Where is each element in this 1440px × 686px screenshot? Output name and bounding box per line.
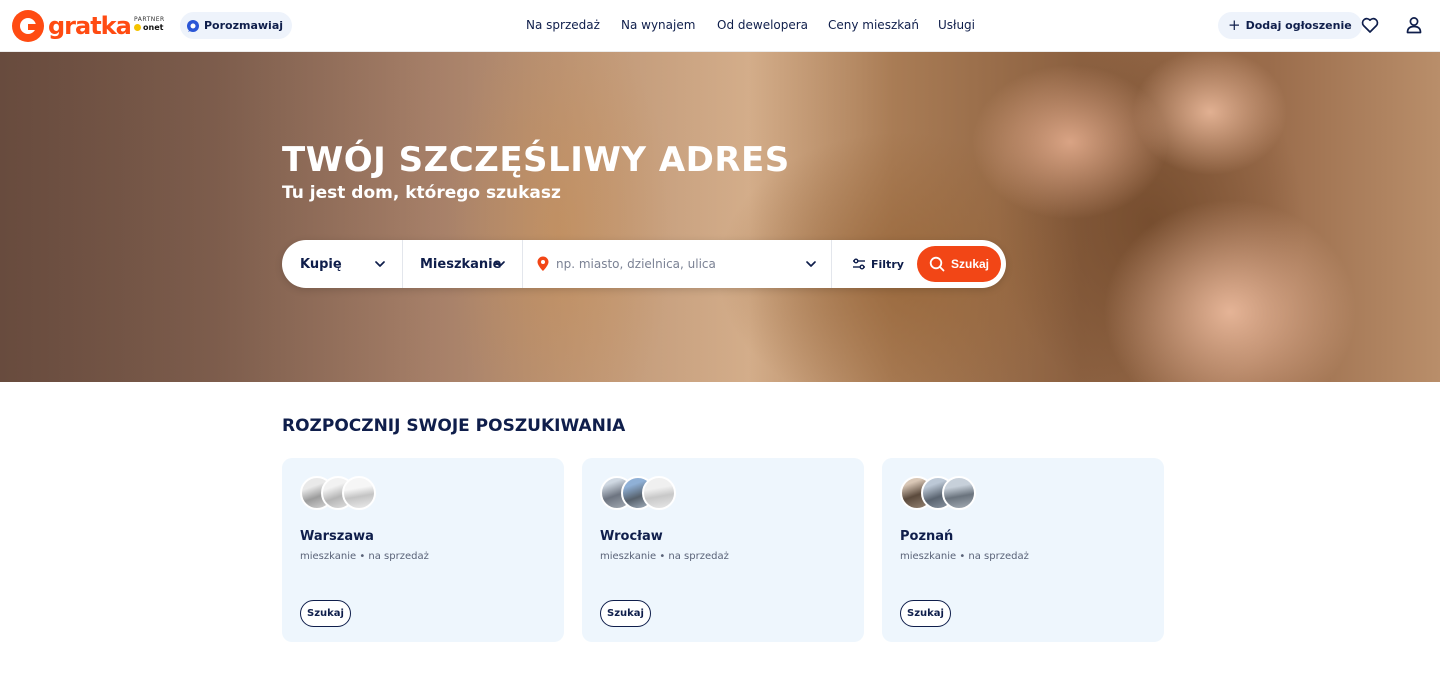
search-divider <box>831 240 832 288</box>
chat-button[interactable]: Porozmawiaj <box>180 12 293 39</box>
search-submit-label: Szukaj <box>950 257 989 271</box>
search-divider <box>402 240 403 288</box>
city-card-warszawa[interactable]: Warszawa mieszkanie • na sprzedaż Szukaj <box>282 458 564 642</box>
nav-ceny-mieszkan[interactable]: Ceny mieszkań <box>828 18 919 32</box>
search-divider <box>522 240 523 288</box>
add-listing-button[interactable]: + Dodaj ogłoszenie <box>1218 12 1362 39</box>
plus-icon: + <box>1228 16 1241 34</box>
card-search-button[interactable]: Szukaj <box>600 600 651 627</box>
gratka-logo-mark <box>12 10 44 42</box>
search-submit-button[interactable]: Szukaj <box>917 246 1001 282</box>
card-description: mieszkanie • na sprzedaż <box>600 551 729 562</box>
site-header: gratka PARTNER onet Porozmawiaj Na sprze… <box>0 0 1440 52</box>
add-listing-label: Dodaj ogłoszenie <box>1245 19 1352 32</box>
partner-brand: onet <box>143 23 164 32</box>
transaction-select[interactable]: Kupię <box>300 240 402 288</box>
filters-label: Filtry <box>871 257 904 271</box>
user-icon[interactable] <box>1404 15 1424 35</box>
transaction-value: Kupię <box>300 256 342 272</box>
chat-bubble-icon <box>187 19 199 32</box>
card-description: mieszkanie • na sprzedaż <box>900 551 1029 562</box>
property-type-value: Mieszkanie <box>420 256 502 272</box>
hero-banner: TWÓJ SZCZĘŚLIWY ADRES Tu jest dom, które… <box>0 52 1440 382</box>
card-search-button[interactable]: Szukaj <box>300 600 351 627</box>
nav-od-dewelopera[interactable]: Od dewelopera <box>717 18 808 32</box>
chevron-down-icon <box>495 261 505 267</box>
property-type-select[interactable]: Mieszkanie <box>420 240 522 288</box>
card-description: mieszkanie • na sprzedaż <box>300 551 429 562</box>
hero-title: TWÓJ SZCZĘŚLIWY ADRES <box>282 140 790 180</box>
building-thumbnail <box>342 476 376 510</box>
partner-badge: PARTNER onet <box>134 16 174 32</box>
city-card-wroclaw[interactable]: Wrocław mieszkanie • na sprzedaż Szukaj <box>582 458 864 642</box>
hero-subtitle: Tu jest dom, którego szukasz <box>282 183 561 203</box>
gratka-logo[interactable]: gratka <box>12 9 132 43</box>
building-thumbnail <box>942 476 976 510</box>
location-pin-icon <box>537 256 549 271</box>
building-thumbnail <box>642 476 676 510</box>
nav-uslugi[interactable]: Usługi <box>938 18 975 32</box>
hero-photo <box>0 52 1440 382</box>
filters-button[interactable]: Filtry <box>852 240 904 288</box>
heart-icon[interactable] <box>1360 15 1380 35</box>
nav-na-wynajem[interactable]: Na wynajem <box>621 18 695 32</box>
city-card-poznan[interactable]: Poznań mieszkanie • na sprzedaż Szukaj <box>882 458 1164 642</box>
chevron-down-icon <box>375 261 385 267</box>
partner-label: PARTNER <box>134 16 165 23</box>
section-title: ROZPOCZNIJ SWOJE POSZUKIWANIA <box>282 416 626 436</box>
sliders-icon <box>853 258 865 270</box>
logo-text: gratka <box>48 12 132 40</box>
search-icon <box>929 256 945 272</box>
nav-na-sprzedaz[interactable]: Na sprzedaż <box>526 18 600 32</box>
chevron-down-icon[interactable] <box>805 258 817 270</box>
card-city: Warszawa <box>300 529 374 544</box>
card-city: Poznań <box>900 529 954 544</box>
card-city: Wrocław <box>600 529 663 544</box>
location-input[interactable] <box>556 254 796 274</box>
search-bar: Kupię Mieszkanie Fil <box>282 240 1006 288</box>
onet-dot-icon <box>134 24 141 31</box>
chat-label: Porozmawiaj <box>204 19 284 32</box>
card-search-button[interactable]: Szukaj <box>900 600 951 627</box>
